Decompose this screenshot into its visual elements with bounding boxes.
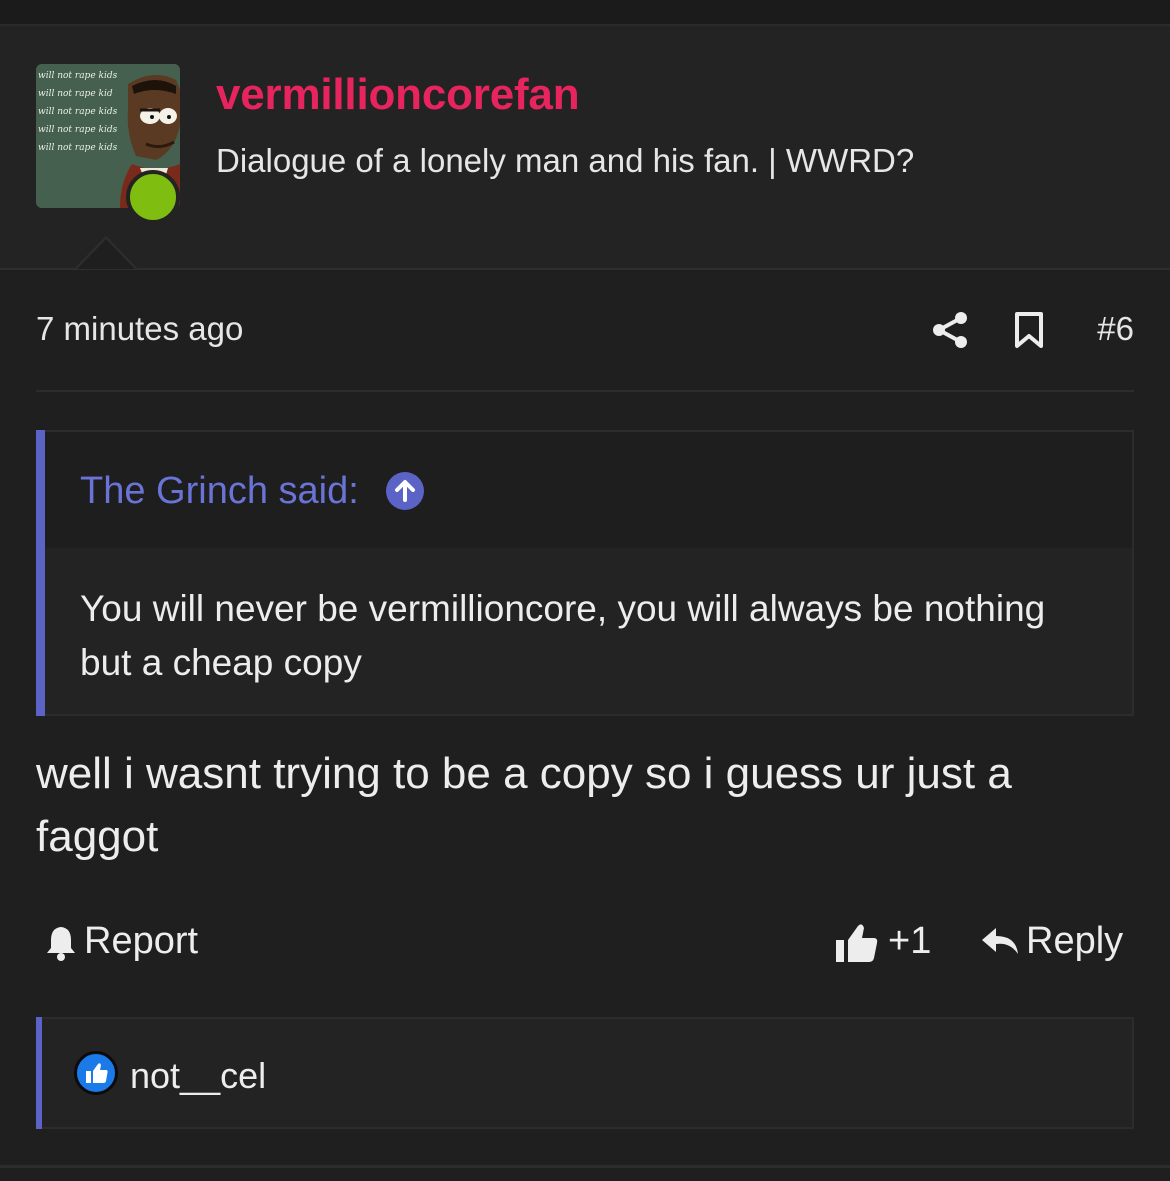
avatar-line-5: will not rape kids: [38, 143, 118, 153]
user-title: Dialogue of a lonely man and his fan. | …: [216, 142, 915, 179]
thumbs-up-reaction-icon: [74, 1051, 118, 1095]
reply-button[interactable]: Reply: [980, 918, 1130, 968]
username[interactable]: vermillioncorefan: [216, 70, 580, 120]
header-divider: [0, 268, 1170, 270]
arrow-up-icon[interactable]: [386, 472, 424, 510]
reply-label: Reply: [1026, 920, 1124, 962]
quote-block: The Grinch said: You will never be vermi…: [36, 430, 1134, 716]
report-label: Report: [84, 920, 199, 962]
post-actions: Report +1 Reply: [36, 918, 1134, 968]
top-bar: [0, 0, 1170, 26]
online-status-dot: [126, 170, 180, 224]
avatar-line-2: will not rape kid: [38, 89, 113, 99]
reactions-accent-bar: [36, 1017, 42, 1129]
thumbs-up-icon: [834, 920, 880, 964]
reactions-block: not__cel: [36, 1017, 1134, 1129]
avatar-line-4: will not rape kids: [38, 125, 118, 135]
post-meta: 7 minutes ago #6: [36, 310, 1134, 354]
quote-author[interactable]: The Grinch said:: [80, 470, 359, 513]
reaction-username[interactable]: not__cel: [130, 1055, 266, 1097]
avatar-line-1: will not rape kids: [38, 71, 118, 81]
bookmark-icon[interactable]: [1012, 310, 1046, 350]
post-body: well i wasnt trying to be a copy so i gu…: [36, 749, 1012, 861]
reply-arrow-icon: [980, 924, 1020, 958]
bottom-divider: [0, 1165, 1170, 1168]
like-count: +1: [888, 920, 932, 962]
header-caret-inner: [77, 239, 135, 269]
quote-accent-bar: [36, 430, 45, 716]
post-number[interactable]: #6: [1097, 310, 1134, 348]
quote-text: You will never be vermillioncore, you wi…: [80, 588, 1046, 683]
bell-icon: [44, 924, 78, 962]
meta-divider: [36, 390, 1134, 392]
avatar-line-3: will not rape kids: [38, 107, 118, 117]
share-icon[interactable]: [930, 310, 970, 350]
post-time[interactable]: 7 minutes ago: [36, 310, 243, 348]
